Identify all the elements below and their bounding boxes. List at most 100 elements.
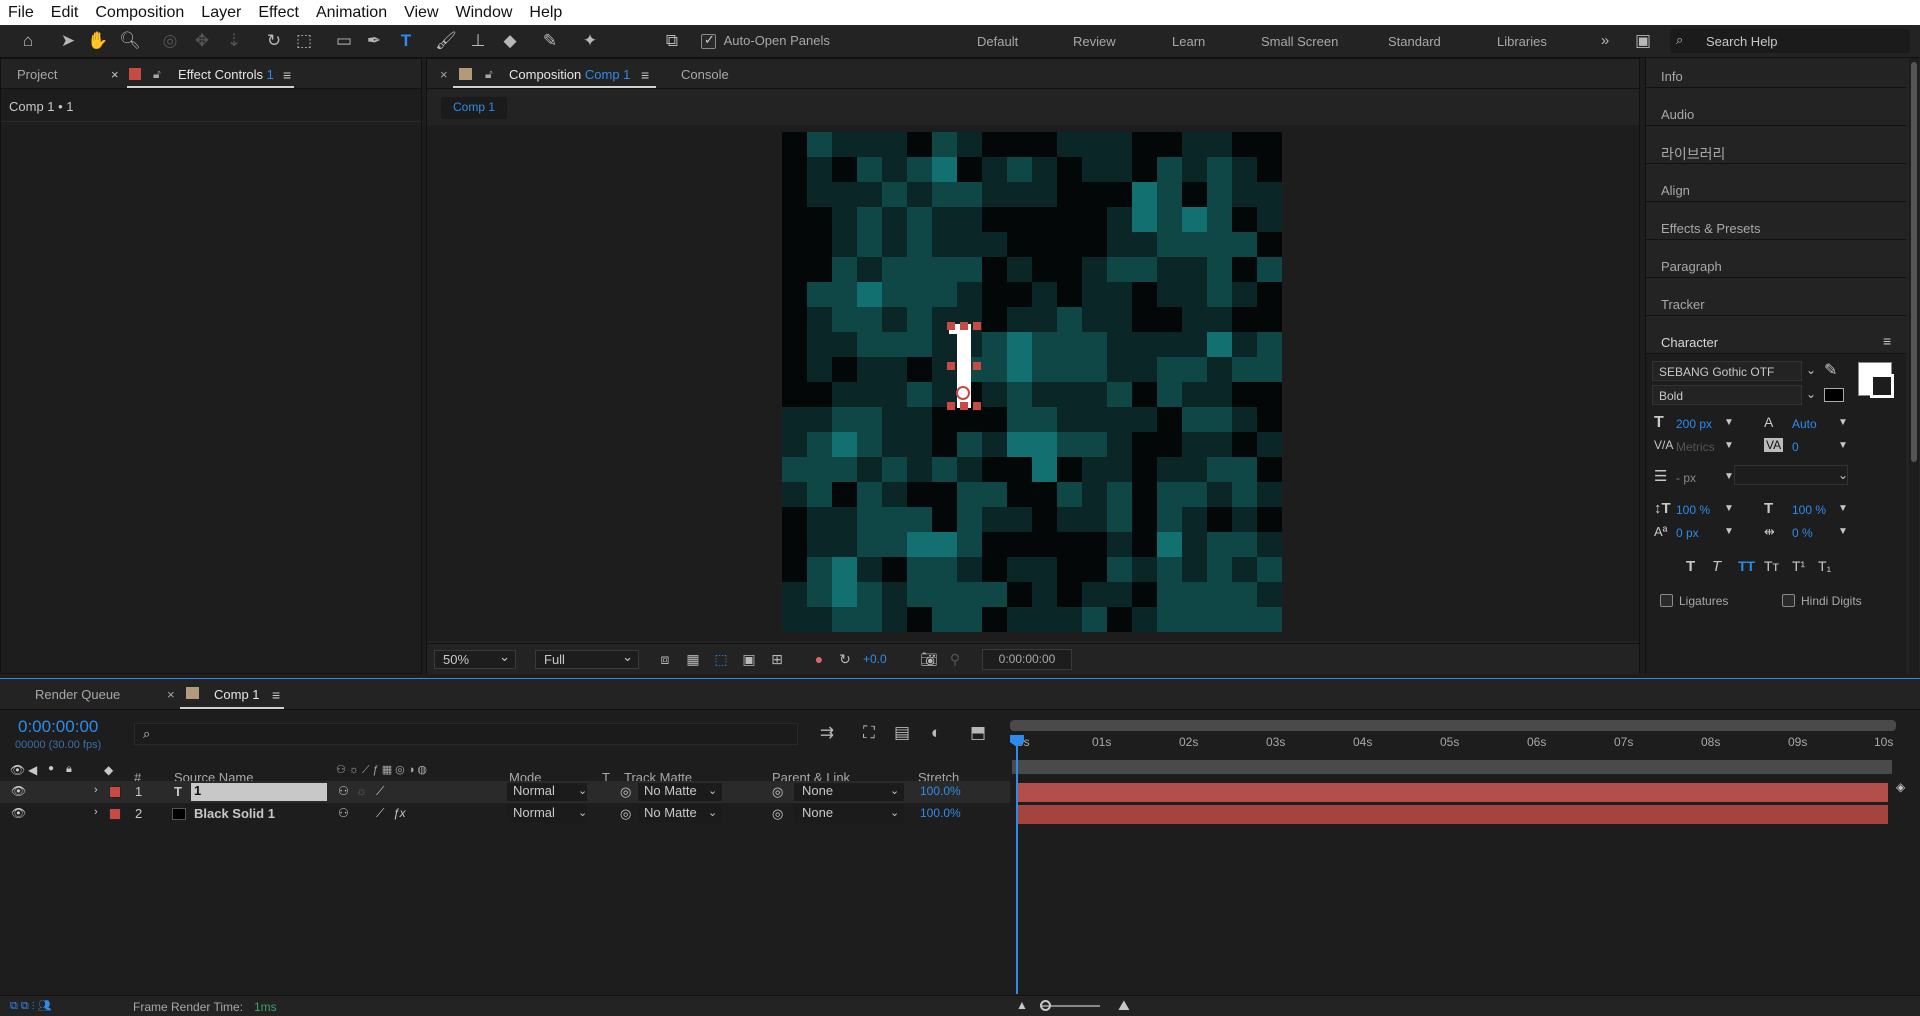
transparency-grid-icon[interactable]: ▦: [681, 648, 705, 670]
hide-shy-layers-icon[interactable]: ▤: [890, 722, 914, 744]
workspace-libraries[interactable]: Libraries: [1497, 34, 1547, 49]
quality-switch-icon[interactable]: ⟋: [376, 784, 384, 799]
chevron-down-icon[interactable]: ⌄: [890, 784, 899, 797]
stroke-type-dropdown[interactable]: [1734, 465, 1848, 485]
region-of-interest-icon[interactable]: ▣: [737, 648, 761, 670]
zoom-out-icon[interactable]: ▲: [1016, 998, 1028, 1012]
stretch-value[interactable]: 100.0%: [920, 784, 961, 798]
parent-pickwhip-icon[interactable]: ◎: [772, 784, 783, 800]
snapshot-icon[interactable]: 📷︎: [917, 648, 941, 670]
chevron-down-icon[interactable]: ⌄: [708, 806, 717, 819]
panel-tracker[interactable]: Tracker: [1661, 297, 1705, 312]
baseline-shift-value[interactable]: 0 px: [1676, 526, 1699, 540]
faux-italic-icon[interactable]: T: [1712, 558, 1721, 575]
resolution-dropdown[interactable]: Full: [535, 648, 639, 669]
label-color-swatch[interactable]: [109, 786, 121, 801]
font-family-dropdown[interactable]: SEBANG Gothic OTF: [1652, 361, 1802, 381]
tab-effect-controls[interactable]: Effect Controls 1: [178, 67, 274, 82]
chevron-down-icon[interactable]: ▼: [1724, 503, 1734, 514]
chevron-down-icon[interactable]: ▼: [1838, 503, 1848, 514]
panel-menu-icon[interactable]: ≡: [272, 687, 280, 703]
composition-mini-flowchart-icon[interactable]: ⇉: [815, 722, 839, 744]
text-layer-preview[interactable]: [947, 322, 981, 410]
layer-name[interactable]: Black Solid 1: [194, 806, 275, 821]
panel-paragraph[interactable]: Paragraph: [1661, 259, 1722, 274]
more-workspaces-icon[interactable]: »: [1593, 30, 1617, 52]
menu-composition[interactable]: Composition: [95, 4, 184, 22]
layer-row-1[interactable]: 👁︎ › 1 T 1 ⚇ ☼ ⟋ Normal ⌄ ◎ No Matte ⌄ ◎…: [0, 781, 1010, 803]
bounding-handle[interactable]: [973, 402, 981, 410]
effects-switch-icon[interactable]: ƒx: [393, 806, 406, 820]
mask-visibility-icon[interactable]: ⬚: [709, 648, 733, 670]
dolly-camera-icon[interactable]: ⇣: [222, 30, 246, 52]
layer-1-duration-bar[interactable]: [1016, 783, 1888, 802]
layer-row-2[interactable]: 👁︎ › 2 Black Solid 1 ⚇ ⟋ ƒx Normal ⌄ ◎ N…: [0, 803, 1010, 825]
comp-breadcrumb[interactable]: Comp 1: [441, 97, 508, 119]
bounding-handle[interactable]: [960, 402, 968, 410]
small-caps-icon[interactable]: Tт: [1764, 558, 1779, 574]
menu-help[interactable]: Help: [529, 4, 562, 22]
parent-dropdown[interactable]: None: [794, 805, 904, 823]
roto-brush-tool-icon[interactable]: ✎: [538, 30, 562, 52]
show-snapshot-icon[interactable]: ⚲: [943, 648, 967, 670]
all-caps-icon[interactable]: TT: [1738, 558, 1755, 574]
font-style-dropdown[interactable]: Bold: [1652, 385, 1802, 405]
tracking-value[interactable]: 0: [1792, 440, 1799, 454]
tab-composition[interactable]: Composition Comp 1: [509, 67, 630, 82]
menu-effect[interactable]: Effect: [258, 4, 299, 22]
chevron-down-icon[interactable]: ⌄: [1806, 363, 1816, 377]
lock-icon[interactable]: 🔓︎: [153, 67, 161, 82]
pen-tool-icon[interactable]: ✒: [362, 30, 386, 52]
eyedropper-icon[interactable]: ✎: [1824, 360, 1837, 380]
superscript-icon[interactable]: T¹: [1792, 558, 1805, 574]
layer-2-duration-bar[interactable]: [1016, 805, 1888, 824]
close-icon[interactable]: ×: [440, 67, 448, 82]
right-panel-scrollbar[interactable]: [1909, 58, 1919, 674]
grid-guides-icon[interactable]: ⊞: [765, 648, 789, 670]
layer-name-edit-field[interactable]: 1: [191, 783, 327, 801]
workspace-edit-icon[interactable]: ▣: [1631, 30, 1655, 52]
rectangle-tool-icon[interactable]: ▭: [332, 30, 356, 52]
menu-animation[interactable]: Animation: [316, 4, 387, 22]
search-input[interactable]: Search Help: [1706, 34, 1778, 49]
tab-render-queue[interactable]: Render Queue: [35, 687, 120, 702]
shy-switch-icon[interactable]: ⚇: [338, 784, 349, 798]
stroke-color-swatch[interactable]: [1870, 374, 1894, 398]
font-size-value[interactable]: 200 px: [1676, 417, 1712, 431]
continuous-rasterize-icon[interactable]: ☼: [356, 784, 367, 798]
workspace-learn[interactable]: Learn: [1172, 34, 1205, 49]
exposure-value[interactable]: +0.0: [863, 652, 887, 666]
snapping-icon[interactable]: ⧉: [660, 30, 684, 52]
selection-tool-icon[interactable]: ➤: [56, 30, 80, 52]
eye-icon[interactable]: 👁︎: [11, 806, 26, 820]
chevron-down-icon[interactable]: ⌄: [1806, 387, 1816, 401]
bounding-handle[interactable]: [947, 402, 955, 410]
frame-blending-icon[interactable]: ◐: [924, 722, 948, 744]
bounding-handle[interactable]: [973, 322, 981, 330]
menu-view[interactable]: View: [404, 4, 438, 22]
rotation-tool-icon[interactable]: ↻: [262, 30, 286, 52]
panel-audio[interactable]: Audio: [1661, 107, 1694, 122]
chevron-down-icon[interactable]: ⌄: [578, 806, 587, 819]
vertical-scale-value[interactable]: 100 %: [1676, 503, 1710, 517]
chevron-down-icon[interactable]: ⌄: [890, 806, 899, 819]
chevron-down-icon[interactable]: ▼: [1724, 526, 1734, 537]
kerning-value[interactable]: Metrics: [1676, 440, 1715, 454]
panel-menu-icon[interactable]: ≡: [641, 67, 649, 83]
scrollbar-thumb[interactable]: [1911, 62, 1917, 462]
bounding-handle[interactable]: [947, 322, 955, 330]
lock-icon[interactable]: 🔓︎: [485, 67, 493, 82]
workspace-small-screen[interactable]: Small Screen: [1261, 34, 1338, 49]
chevron-down-icon[interactable]: ▼: [1724, 417, 1734, 428]
quality-switch-icon[interactable]: ⟋: [376, 806, 384, 821]
workspace-default[interactable]: Default: [977, 34, 1018, 49]
stroke-width-value[interactable]: - px: [1676, 471, 1696, 485]
zoom-slider-thumb[interactable]: [1040, 1000, 1051, 1011]
horizontal-scale-value[interactable]: 100 %: [1792, 503, 1826, 517]
leading-value[interactable]: Auto: [1792, 417, 1817, 431]
panel-libraries-korean[interactable]: 라이브러리: [1661, 144, 1725, 164]
shy-switch-icon[interactable]: ⚇: [338, 806, 349, 820]
faux-bold-icon[interactable]: T: [1686, 558, 1695, 575]
menu-edit[interactable]: Edit: [51, 4, 79, 22]
chevron-down-icon[interactable]: ⌄: [578, 784, 587, 797]
